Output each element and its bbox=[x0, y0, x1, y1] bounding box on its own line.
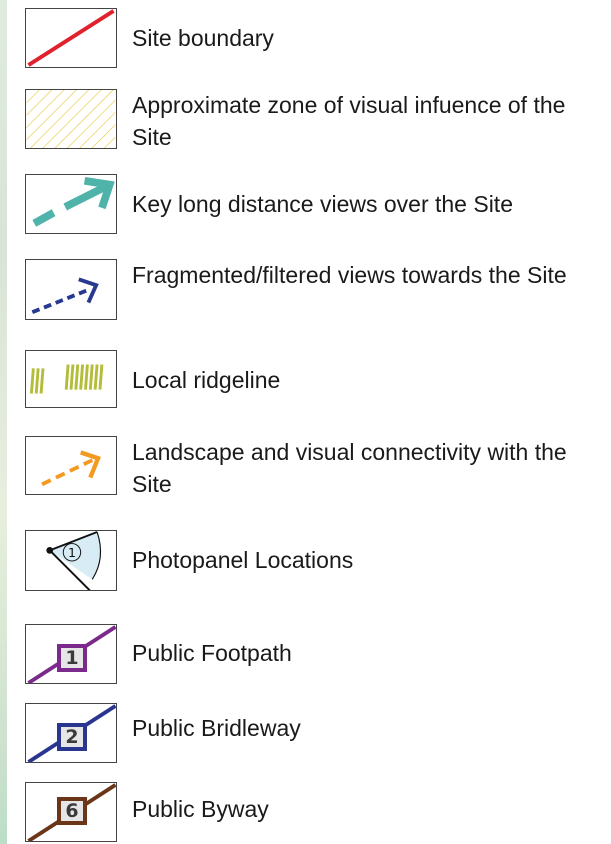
legend-label: Public Bridleway bbox=[132, 715, 301, 741]
legend-label: Public Byway bbox=[132, 796, 269, 822]
footpath-badge: 1 bbox=[57, 644, 87, 672]
map-background-edge bbox=[0, 0, 7, 844]
visual-influence-zone-symbol bbox=[25, 89, 117, 149]
bridleway-badge: 2 bbox=[57, 723, 87, 751]
footpath-line-symbol: 1 bbox=[25, 624, 117, 684]
filtered-view-arrow-icon bbox=[25, 259, 117, 320]
photopanel-number: 1 bbox=[68, 545, 76, 560]
legend-label: Photopanel Locations bbox=[132, 547, 354, 573]
legend-label: Public Footpath bbox=[132, 640, 292, 666]
legend-label: Landscape and visual connectivity with t… bbox=[132, 439, 567, 497]
connectivity-arrow-icon bbox=[25, 436, 117, 495]
photopanel-marker-icon: 1 bbox=[25, 530, 117, 591]
byway-line-symbol: 6 bbox=[25, 782, 117, 842]
legend-label: Local ridgeline bbox=[132, 367, 281, 393]
legend-label: Fragmented/filtered views towards the Si… bbox=[132, 262, 567, 288]
bridleway-line-symbol: 2 bbox=[25, 703, 117, 763]
site-boundary-symbol bbox=[25, 8, 117, 68]
ridgeline-hatch-icon bbox=[25, 350, 117, 408]
byway-badge: 6 bbox=[57, 797, 87, 825]
long-distance-view-arrow-icon bbox=[25, 174, 117, 234]
legend-label: Approximate zone of visual infuence of t… bbox=[132, 92, 566, 150]
legend-label: Site boundary bbox=[132, 25, 274, 51]
legend-label: Key long distance views over the Site bbox=[132, 191, 513, 217]
